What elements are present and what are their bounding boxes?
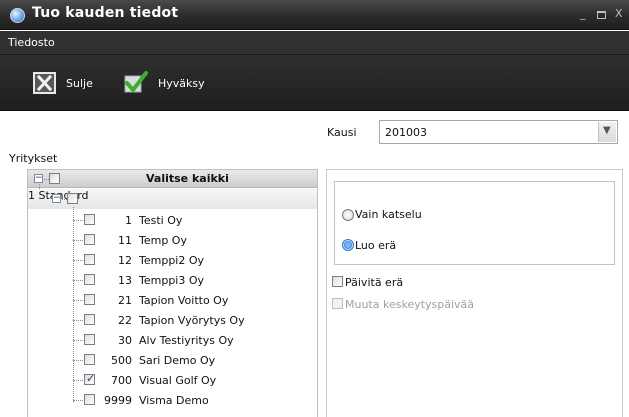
period-label: Kausi [327, 126, 357, 139]
approve-check-icon [122, 71, 148, 95]
minimize-button[interactable]: _ [580, 8, 586, 20]
company-number: 1 [125, 214, 132, 227]
company-name: Temppi2 Oy [139, 254, 205, 267]
company-name: Visma Demo [139, 394, 209, 407]
company-number: 22 [118, 314, 132, 327]
company-name: Visual Golf Oy [139, 374, 217, 387]
tree-connector [73, 380, 83, 381]
window-title: Tuo kauden tiedot [32, 5, 179, 21]
tree-connector [73, 340, 83, 341]
tree-connector [73, 400, 83, 401]
company-number: 11 [118, 234, 132, 247]
company-row[interactable]: 700 Visual Golf Oy [28, 370, 317, 390]
group-number: 1 [28, 189, 35, 202]
approve-button[interactable]: Hyväksy [122, 71, 205, 95]
company-number: 30 [118, 334, 132, 347]
company-name: Alv Testiyritys Oy [139, 334, 234, 347]
companies-label: Yritykset [9, 152, 58, 165]
tree-connector [73, 280, 83, 281]
change-suspension-day-checkbox [332, 298, 343, 309]
approve-button-label: Hyväksy [158, 76, 205, 90]
create-batch-radio[interactable] [342, 239, 354, 251]
company-number: 500 [111, 354, 132, 367]
company-name: Tapion Vyörytys Oy [139, 314, 245, 327]
period-select[interactable]: 201003 ▼ [379, 120, 618, 144]
company-name: Sari Demo Oy [139, 354, 216, 367]
company-row[interactable]: 1 Testi Oy [28, 210, 317, 230]
company-row[interactable]: 30 Alv Testiyritys Oy [28, 330, 317, 350]
group-checkbox[interactable] [67, 193, 78, 204]
update-batch-label[interactable]: Päivitä erä [345, 276, 403, 289]
close-button[interactable]: Sulje [33, 71, 93, 95]
maximize-button[interactable] [597, 11, 606, 19]
company-row[interactable]: 12 Temppi2 Oy [28, 250, 317, 270]
collapse-group-icon[interactable]: − [52, 194, 61, 203]
group-name: Standard [38, 189, 89, 202]
title-bar: Tuo kauden tiedot _ X [0, 0, 629, 30]
select-all-checkbox[interactable] [49, 173, 60, 184]
company-number: 700 [111, 374, 132, 387]
menu-bar: Tiedosto [0, 31, 629, 55]
view-only-radio[interactable] [342, 209, 354, 221]
company-number: 21 [118, 294, 132, 307]
create-batch-label[interactable]: Luo erä [355, 239, 396, 252]
company-row[interactable]: 22 Tapion Vyörytys Oy [28, 310, 317, 330]
company-number: 12 [118, 254, 132, 267]
toolbar: Sulje Hyväksy [0, 55, 629, 111]
close-button-label: Sulje [66, 76, 93, 90]
chevron-down-icon: ▼ [603, 125, 611, 136]
menu-file[interactable]: Tiedosto [8, 36, 55, 49]
company-row[interactable]: 500 Sari Demo Oy [28, 350, 317, 370]
content-area: Kausi 201003 ▼ Yritykset − Valitse kaikk… [0, 112, 629, 417]
company-row[interactable]: 21 Tapion Voitto Oy [28, 290, 317, 310]
close-icon [33, 72, 56, 94]
tree-connector [73, 240, 83, 241]
globe-icon [10, 8, 25, 23]
close-window-button[interactable]: X [615, 8, 623, 20]
company-name: Testi Oy [139, 214, 183, 227]
company-name: Tapion Voitto Oy [139, 294, 229, 307]
company-row[interactable]: 11 Temp Oy [28, 230, 317, 250]
tree-group-row[interactable]: − 1 Standard [28, 189, 317, 209]
update-batch-checkbox[interactable] [332, 276, 343, 287]
company-row[interactable]: 9999 Visma Demo [28, 390, 317, 410]
select-all-label: Valitse kaikki [146, 172, 229, 185]
options-panel: Vain katselu Luo erä Päivitä erä Muuta k… [326, 169, 623, 417]
dropdown-button[interactable]: ▼ [598, 122, 616, 142]
tree-connector [73, 320, 83, 321]
company-tree: − Valitse kaikki − 1 Standard 1 Testi Oy 1… [27, 169, 318, 417]
tree-connector [73, 360, 83, 361]
company-row[interactable]: 13 Temppi3 Oy [28, 270, 317, 290]
company-name: Temppi3 Oy [139, 274, 205, 287]
tree-connector [73, 260, 83, 261]
change-suspension-day-label: Muuta keskeytyspäivää [345, 298, 475, 311]
tree-connector [73, 220, 83, 221]
company-number: 13 [118, 274, 132, 287]
view-only-label[interactable]: Vain katselu [355, 208, 422, 221]
tree-root-row: − Valitse kaikki [28, 170, 317, 188]
company-number: 9999 [104, 394, 132, 407]
company-name: Temp Oy [139, 234, 187, 247]
collapse-root-icon[interactable]: − [34, 174, 43, 183]
mode-radio-group: Vain katselu Luo erä [334, 181, 615, 265]
tree-connector [73, 300, 83, 301]
period-value: 201003 [385, 126, 427, 139]
